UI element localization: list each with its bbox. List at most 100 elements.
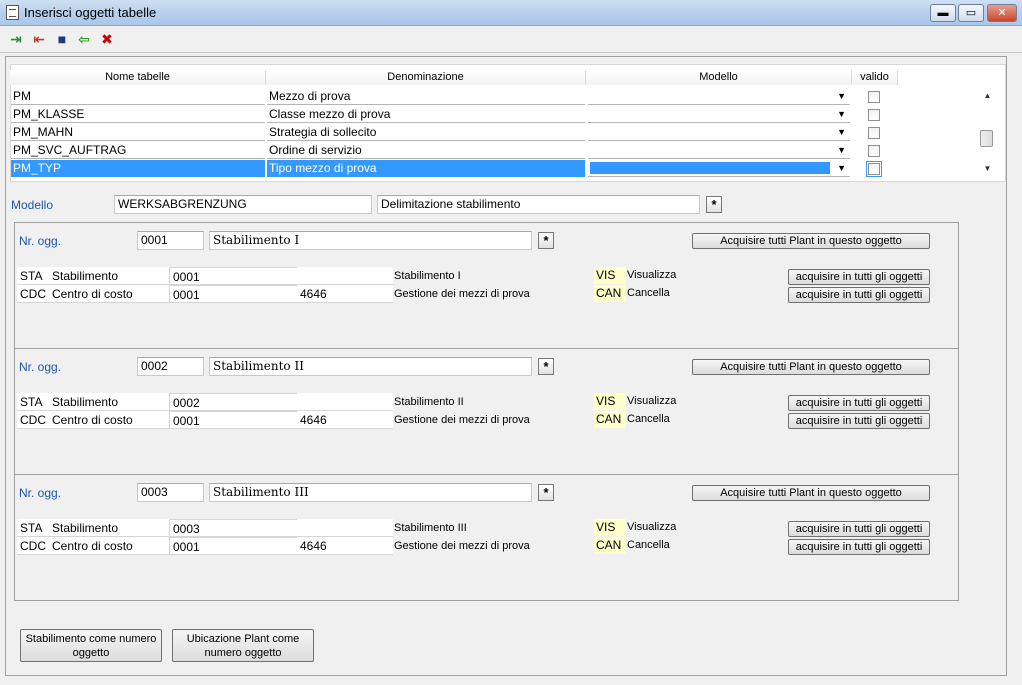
scroll-down-icon[interactable]: ▼ <box>979 162 996 176</box>
chevron-down-icon[interactable]: ▼ <box>837 142 846 159</box>
close-button[interactable]: ✕ <box>987 4 1017 22</box>
grid-value[interactable]: 0002 <box>169 393 299 411</box>
grid-extra[interactable] <box>297 393 393 411</box>
acquire-all-objects-button[interactable]: acquisire in tutti gli oggetti <box>788 413 930 429</box>
modello-combo[interactable]: ▼ <box>588 88 850 105</box>
acquire-plant-button[interactable]: Acquisire tutti Plant in questo oggetto <box>692 485 930 501</box>
valido-checkbox[interactable] <box>868 109 880 121</box>
nr-ogg-label: Nr. ogg. <box>19 234 62 248</box>
permission-code[interactable]: VIS <box>594 393 626 410</box>
table-cell-denominazione[interactable]: Ordine di servizio <box>267 142 585 159</box>
modello-combo[interactable]: ▼ <box>588 124 850 141</box>
grid-type[interactable]: Stabilimento <box>49 267 169 285</box>
acquire-all-objects-button[interactable]: acquisire in tutti gli oggetti <box>788 539 930 555</box>
modello-combo[interactable]: ▼ <box>588 160 850 177</box>
scrollbar-thumb[interactable] <box>980 130 993 147</box>
back-arrow-icon[interactable]: ⇦ <box>75 30 93 48</box>
grid-code[interactable]: CDC <box>17 537 49 555</box>
grid-code[interactable]: STA <box>17 519 49 537</box>
grid-type[interactable]: Centro di costo <box>49 537 169 555</box>
modello-description: Delimitazione stabilimento <box>377 195 700 214</box>
grid-code[interactable]: STA <box>17 393 49 411</box>
minimize-button[interactable]: ▬ <box>930 4 956 22</box>
stabilimento-come-numero-button[interactable]: Stabilimento come numero oggetto <box>20 629 162 662</box>
permission-code[interactable]: VIS <box>594 519 626 536</box>
object-name-input[interactable]: Stabilimento II <box>209 357 532 376</box>
grid-type[interactable]: Stabilimento <box>49 393 169 411</box>
acquire-all-objects-button[interactable]: acquisire in tutti gli oggetti <box>788 521 930 537</box>
object-search-button[interactable]: * <box>538 232 554 249</box>
table-cell-denominazione[interactable]: Tipo mezzo di prova <box>267 160 585 177</box>
grid-value[interactable]: 0001 <box>169 411 299 429</box>
header-denominazione[interactable]: Denominazione <box>266 70 586 85</box>
permission-code[interactable]: CAN <box>594 285 626 302</box>
table-cell-name[interactable]: PM_KLASSE <box>11 106 265 123</box>
acquire-all-objects-button[interactable]: acquisire in tutti gli oggetti <box>788 287 930 303</box>
maximize-button[interactable]: ▭ <box>958 4 984 22</box>
modello-search-button[interactable]: * <box>706 196 722 213</box>
grid-extra[interactable] <box>297 267 393 285</box>
object-name-input[interactable]: Stabilimento III <box>209 483 532 502</box>
permission-code[interactable]: VIS <box>594 267 626 284</box>
valido-checkbox[interactable] <box>868 145 880 157</box>
nr-ogg-label: Nr. ogg. <box>19 486 62 500</box>
grid-description: Stabilimento III <box>394 522 467 534</box>
header-valido[interactable]: valido <box>852 70 898 85</box>
acquire-plant-button[interactable]: Acquisire tutti Plant in questo oggetto <box>692 359 930 375</box>
import-icon[interactable]: ⇤ <box>30 30 48 48</box>
nr-ogg-label: Nr. ogg. <box>19 360 62 374</box>
scroll-up-icon[interactable]: ▲ <box>979 89 996 103</box>
permission-code[interactable]: CAN <box>594 411 626 428</box>
acquire-all-objects-button[interactable]: acquisire in tutti gli oggetti <box>788 269 930 285</box>
permission-code[interactable]: CAN <box>594 537 626 554</box>
grid-code[interactable]: CDC <box>17 411 49 429</box>
chevron-down-icon[interactable]: ▼ <box>837 124 846 141</box>
object-search-button[interactable]: * <box>538 358 554 375</box>
grid-extra[interactable]: 4646 <box>297 537 393 555</box>
grid-type[interactable]: Centro di costo <box>49 285 169 303</box>
valido-checkbox[interactable] <box>866 161 882 177</box>
delete-icon[interactable]: ✖ <box>98 30 116 48</box>
grid-type[interactable]: Centro di costo <box>49 411 169 429</box>
permission-description: Visualizza <box>627 521 677 533</box>
grid-value[interactable]: 0003 <box>169 519 299 537</box>
object-number-input[interactable]: 0001 <box>137 231 204 250</box>
valido-checkbox[interactable] <box>868 127 880 139</box>
grid-code[interactable]: STA <box>17 267 49 285</box>
object-number-input[interactable]: 0003 <box>137 483 204 502</box>
object-name-input[interactable]: Stabilimento I <box>209 231 532 250</box>
table-cell-denominazione[interactable]: Strategia di sollecito <box>267 124 585 141</box>
table-cell-denominazione[interactable]: Mezzo di prova <box>267 88 585 105</box>
valido-checkbox[interactable] <box>868 91 880 103</box>
table-cell-denominazione[interactable]: Classe mezzo di prova <box>267 106 585 123</box>
save-icon[interactable]: ■ <box>53 30 71 48</box>
acquire-plant-button[interactable]: Acquisire tutti Plant in questo oggetto <box>692 233 930 249</box>
acquire-all-objects-button[interactable]: acquisire in tutti gli oggetti <box>788 395 930 411</box>
object-search-button[interactable]: * <box>538 484 554 501</box>
grid-type[interactable]: Stabilimento <box>49 519 169 537</box>
table-cell-name[interactable]: PM_SVC_AUFTRAG <box>11 142 265 159</box>
table-cell-name[interactable]: PM <box>11 88 265 105</box>
object-number-input[interactable]: 0002 <box>137 357 204 376</box>
grid-code[interactable]: CDC <box>17 285 49 303</box>
modello-combo[interactable]: ▼ <box>588 106 850 123</box>
grid-extra[interactable]: 4646 <box>297 285 393 303</box>
grid-extra[interactable]: 4646 <box>297 411 393 429</box>
grid-value[interactable]: 0001 <box>169 537 299 555</box>
button-line: Stabilimento come numero <box>25 633 157 645</box>
grid-extra[interactable] <box>297 519 393 537</box>
header-nome-tabelle[interactable]: Nome tabelle <box>10 70 266 85</box>
chevron-down-icon[interactable]: ▼ <box>837 106 846 123</box>
chevron-down-icon[interactable]: ▼ <box>837 88 846 105</box>
modello-input[interactable]: WERKSABGRENZUNG <box>114 195 372 214</box>
table-cell-name[interactable]: PM_MAHN <box>11 124 265 141</box>
grid-value[interactable]: 0001 <box>169 267 299 285</box>
header-modello[interactable]: Modello <box>586 70 852 85</box>
modello-combo[interactable]: ▼ <box>588 142 850 159</box>
ubicazione-plant-button[interactable]: Ubicazione Plant come numero oggetto <box>172 629 314 662</box>
permission-description: Visualizza <box>627 395 677 407</box>
grid-value[interactable]: 0001 <box>169 285 299 303</box>
export-icon[interactable]: ⇥ <box>7 30 25 48</box>
chevron-down-icon[interactable]: ▼ <box>837 160 846 177</box>
table-cell-name[interactable]: PM_TYP <box>11 160 265 177</box>
